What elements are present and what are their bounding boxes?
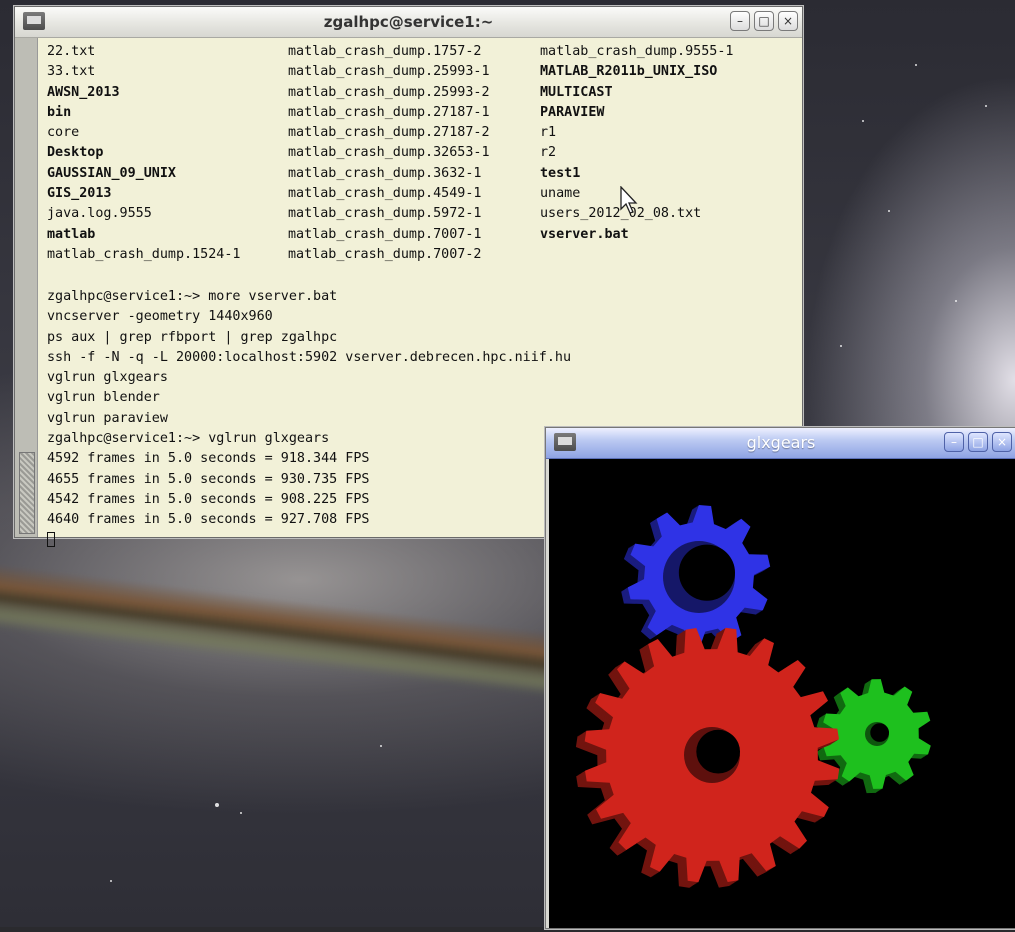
ls-entry: PARAVIEW <box>540 104 605 120</box>
terminal-titlebar[interactable]: zgalhpc@service1:~ – □ × <box>15 7 802 38</box>
ls-entry: matlab_crash_dump.1757-2 <box>288 44 482 59</box>
ls-entry: matlab_crash_dump.4549-1 <box>288 186 482 202</box>
ls-entry: 22.txt <box>47 44 96 59</box>
ls-entry: matlab <box>47 226 96 242</box>
ls-entry: matlab_crash_dump.25993-2 <box>288 84 490 100</box>
ls-entry: Desktop <box>47 145 104 161</box>
output-line: vglrun glxgears <box>47 370 168 386</box>
cursor-line[interactable] <box>47 531 571 551</box>
star <box>840 345 842 347</box>
ls-entry: core <box>47 125 80 141</box>
text-cursor <box>47 531 55 547</box>
star <box>985 105 987 107</box>
terminal-lines: zgalhpc@service1:~> more vserver.bat vnc… <box>47 287 571 551</box>
window-title: zgalhpc@service1:~ <box>323 13 494 31</box>
minimize-button[interactable]: – <box>944 432 964 452</box>
star <box>110 880 112 882</box>
red-gear-icon <box>575 627 840 888</box>
ls-entry: r2 <box>540 145 557 161</box>
ls-entry: test1 <box>540 165 581 181</box>
star <box>888 210 890 212</box>
ls-entry: MATLAB_R2011b_UNIX_ISO <box>540 64 718 80</box>
output-line: 4542 frames in 5.0 seconds = 908.225 FPS <box>47 491 370 507</box>
maximize-button[interactable]: □ <box>754 11 774 31</box>
ls-entry: matlab_crash_dump.3632-1 <box>288 165 482 181</box>
star <box>215 803 219 807</box>
ls-column: 22.txt 33.txt AWSN_2013 bin core Desktop… <box>47 42 240 265</box>
ls-entry: GAUSSIAN_09_UNIX <box>47 165 176 181</box>
ls-column: matlab_crash_dump.1757-2 matlab_crash_du… <box>288 42 490 265</box>
ls-entry: java.log.9555 <box>47 206 152 222</box>
glxgears-titlebar[interactable]: glxgears – □ × <box>546 428 1015 459</box>
ls-entry: bin <box>47 104 72 120</box>
output-line: 4655 frames in 5.0 seconds = 930.735 FPS <box>47 471 370 487</box>
ls-entry: matlab_crash_dump.7007-2 <box>288 246 482 262</box>
ls-entry: matlab_crash_dump.27187-1 <box>288 104 490 120</box>
terminal-scrollbar[interactable] <box>15 38 38 537</box>
output-line: ssh -f -N -q -L 20000:localhost:5902 vse… <box>47 349 572 365</box>
star <box>955 300 957 302</box>
star <box>915 64 917 66</box>
ls-entry: matlab_crash_dump.5972-1 <box>288 206 482 222</box>
ls-entry: matlab_crash_dump.27187-2 <box>288 125 490 141</box>
output-line: 4592 frames in 5.0 seconds = 918.344 FPS <box>47 451 370 467</box>
output-line: 4640 frames in 5.0 seconds = 927.708 FPS <box>47 512 370 528</box>
ls-entry: matlab_crash_dump.1524-1 <box>47 246 241 262</box>
ls-entry: GIS_2013 <box>47 186 112 202</box>
ls-entry: 33.txt <box>47 64 96 80</box>
ls-entry: matlab_crash_dump.25993-1 <box>288 64 490 80</box>
mouse-pointer-icon <box>620 186 638 214</box>
output-line: vglrun blender <box>47 390 160 406</box>
minimize-button[interactable]: – <box>730 11 750 31</box>
gears-scene <box>575 505 931 888</box>
opengl-canvas[interactable] <box>549 459 1015 928</box>
output-line: vglrun paraview <box>47 410 168 426</box>
glxgears-window[interactable]: glxgears – □ × <box>545 427 1015 929</box>
ls-entry: MULTICAST <box>540 84 613 100</box>
ls-entry: matlab_crash_dump.7007-1 <box>288 226 482 242</box>
star <box>380 745 382 747</box>
ls-entry: matlab_crash_dump.32653-1 <box>288 145 490 161</box>
maximize-button[interactable]: □ <box>968 432 988 452</box>
prompt-line: zgalhpc@service1:~> vglrun glxgears <box>47 431 330 447</box>
output-line: ps aux | grep rfbport | grep zgalhpc <box>47 329 338 345</box>
prompt-line: zgalhpc@service1:~> more vserver.bat <box>47 289 338 304</box>
ls-entry: r1 <box>540 125 557 141</box>
ls-entry: AWSN_2013 <box>47 84 120 100</box>
ls-entry: vserver.bat <box>540 226 629 242</box>
ls-entry: matlab_crash_dump.9555-1 <box>540 44 734 59</box>
scrollbar-thumb[interactable] <box>19 452 35 534</box>
close-button[interactable]: × <box>778 11 798 31</box>
star <box>240 812 242 814</box>
star <box>862 120 864 122</box>
output-line: vncserver -geometry 1440x960 <box>47 309 273 325</box>
close-button[interactable]: × <box>992 432 1012 452</box>
